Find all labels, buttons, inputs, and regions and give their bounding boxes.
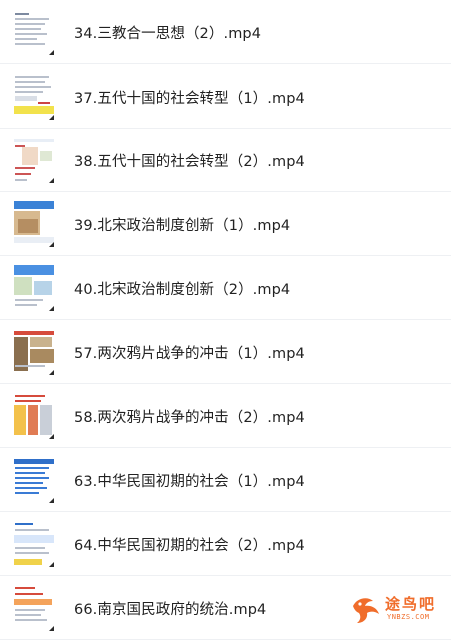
file-name[interactable]: 39.北宋政治制度创新（1）.mp4	[74, 214, 290, 235]
file-row[interactable]: 57.两次鸦片战争的冲击（1）.mp4	[0, 320, 451, 384]
video-thumbnail[interactable]	[14, 9, 54, 55]
video-thumbnail[interactable]	[14, 585, 54, 631]
file-row[interactable]: 58.两次鸦片战争的冲击（2）.mp4	[0, 384, 451, 448]
video-thumbnail[interactable]	[14, 74, 54, 120]
file-row[interactable]: 39.北宋政治制度创新（1）.mp4	[0, 192, 451, 256]
video-thumbnail[interactable]	[14, 201, 54, 247]
watermark-url: YNBZS.COM	[387, 613, 430, 621]
file-row[interactable]: 64.中华民国初期的社会（2）.mp4	[0, 512, 451, 576]
video-thumbnail[interactable]	[14, 457, 54, 503]
file-row[interactable]: 34.三教合一思想（2）.mp4	[0, 0, 451, 64]
file-row[interactable]: 63.中华民国初期的社会（1）.mp4	[0, 448, 451, 512]
file-name[interactable]: 40.北宋政治制度创新（2）.mp4	[74, 278, 290, 299]
watermark-text: 途鸟吧	[385, 595, 437, 613]
video-thumbnail[interactable]	[14, 393, 54, 439]
file-row[interactable]: 40.北宋政治制度创新（2）.mp4	[0, 256, 451, 320]
file-name[interactable]: 64.中华民国初期的社会（2）.mp4	[74, 534, 305, 555]
file-name[interactable]: 34.三教合一思想（2）.mp4	[74, 22, 261, 43]
file-row[interactable]: 38.五代十国的社会转型（2）.mp4	[0, 128, 451, 192]
file-name[interactable]: 63.中华民国初期的社会（1）.mp4	[74, 470, 305, 491]
file-name[interactable]: 37.五代十国的社会转型（1）.mp4	[74, 87, 305, 108]
bird-logo-icon	[353, 598, 379, 623]
file-name[interactable]: 58.两次鸦片战争的冲击（2）.mp4	[74, 406, 305, 427]
video-thumbnail[interactable]	[14, 521, 54, 567]
video-thumbnail[interactable]	[14, 137, 54, 183]
file-row[interactable]: 37.五代十国的社会转型（1）.mp4	[0, 65, 451, 129]
file-name[interactable]: 66.南京国民政府的统治.mp4	[74, 598, 266, 619]
video-thumbnail[interactable]	[14, 265, 54, 311]
video-thumbnail[interactable]	[14, 329, 54, 375]
file-name[interactable]: 57.两次鸦片战争的冲击（1）.mp4	[74, 342, 305, 363]
watermark: 途鸟吧 YNBZS.COM	[349, 592, 449, 628]
file-name[interactable]: 38.五代十国的社会转型（2）.mp4	[74, 150, 305, 171]
